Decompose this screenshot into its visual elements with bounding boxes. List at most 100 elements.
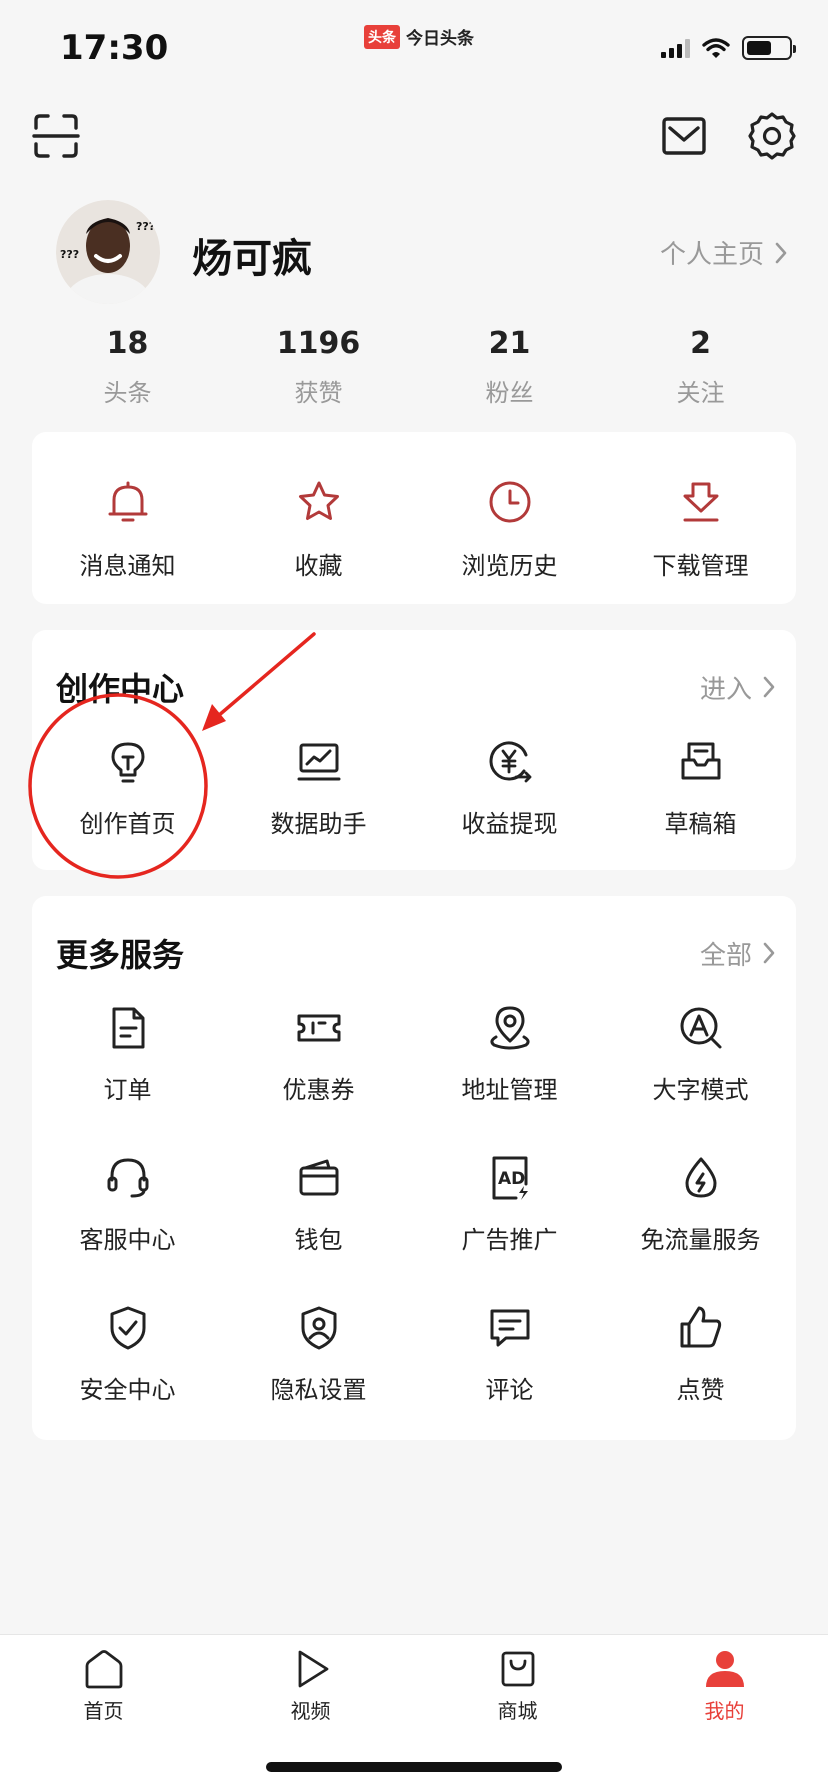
service-data-free[interactable]: 免流量服务 (605, 1130, 796, 1280)
headset-icon (107, 1158, 148, 1198)
service-label: 点赞 (676, 1376, 725, 1404)
tab-label: 视频 (290, 1699, 331, 1723)
service-label: 免流量服务 (640, 1226, 761, 1254)
home-indicator (266, 1762, 562, 1772)
avatar-text-right: ??? (136, 220, 155, 233)
quick-action-label: 消息通知 (79, 552, 176, 580)
service-security-center[interactable]: 安全中心 (32, 1280, 223, 1430)
star-icon (298, 481, 339, 520)
shield-check-icon (110, 1306, 145, 1350)
chart-icon (297, 743, 340, 781)
avatar-text-left: ??? (60, 248, 79, 261)
order-icon (112, 1007, 144, 1049)
stat-label: 头条 (103, 379, 152, 407)
stat-value: 2 (690, 326, 711, 361)
service-comments[interactable]: 评论 (414, 1280, 605, 1430)
service-likes[interactable]: 点赞 (605, 1280, 796, 1430)
earnings-withdraw-button[interactable]: 收益提现 (414, 714, 605, 864)
drafts-button[interactable]: 草稿箱 (605, 714, 796, 864)
chevron-right-icon (775, 242, 787, 263)
tab-mine[interactable]: 我的 (621, 1635, 828, 1792)
data-free-icon (685, 1157, 716, 1198)
download-icon (683, 482, 718, 522)
quick-action-label: 收藏 (294, 552, 343, 580)
stat-followers[interactable]: 21 粉丝 (414, 326, 605, 408)
cellular-signal-icon (661, 38, 690, 58)
creation-home-button[interactable]: 创作首页 (32, 714, 223, 864)
chevron-right-icon (763, 942, 775, 964)
service-orders[interactable]: 订单 (32, 980, 223, 1130)
more-services-all-link[interactable]: 全部 (700, 935, 776, 972)
section-title: 更多服务 (56, 936, 185, 974)
creation-center-header: 创作中心 进入 (56, 664, 776, 710)
creation-item-label: 草稿箱 (664, 810, 737, 838)
avatar-image: ??? ??? (56, 200, 160, 304)
service-wallet[interactable]: 钱包 (223, 1130, 414, 1280)
service-customer-support[interactable]: 客服中心 (32, 1130, 223, 1280)
stat-value: 21 (488, 326, 531, 361)
stat-label: 粉丝 (485, 379, 534, 407)
service-label: 优惠券 (282, 1076, 355, 1104)
stat-posts[interactable]: 18 头条 (32, 326, 223, 408)
quick-action-label: 浏览历史 (461, 552, 558, 580)
quick-action-history[interactable]: 浏览历史 (414, 436, 605, 586)
service-address[interactable]: 地址管理 (414, 980, 605, 1130)
service-label: 广告推广 (461, 1226, 558, 1254)
service-label: 评论 (485, 1376, 534, 1404)
personal-homepage-link[interactable]: 个人主页 (660, 234, 788, 271)
service-large-font[interactable]: 大字模式 (605, 980, 796, 1130)
battery-icon (742, 36, 796, 60)
service-label: 隐私设置 (270, 1376, 367, 1404)
data-assistant-button[interactable]: 数据助手 (223, 714, 414, 864)
service-ad-promotion[interactable]: AD 广告推广 (414, 1130, 605, 1280)
status-app-indicator: 头条 今日头条 (364, 24, 474, 49)
svg-text:AD: AD (498, 1169, 525, 1189)
profile-stats: 18 头条 1196 获赞 21 粉丝 2 关注 (32, 326, 796, 408)
tab-home[interactable]: 首页 (0, 1635, 207, 1792)
bell-icon (108, 481, 147, 522)
tab-label: 首页 (83, 1699, 124, 1723)
play-icon (298, 1650, 328, 1688)
avatar[interactable]: ??? ??? (56, 200, 160, 304)
lightbulb-icon (111, 742, 144, 783)
ad-icon: AD (492, 1156, 528, 1200)
quick-actions-grid: 消息通知 收藏 浏览历史 下载管理 (32, 436, 796, 586)
creation-item-label: 数据助手 (270, 810, 367, 838)
user-icon (705, 1651, 744, 1687)
location-icon (489, 1006, 530, 1050)
service-label: 钱包 (294, 1226, 343, 1254)
top-action-row (0, 108, 828, 164)
home-icon (85, 1650, 122, 1689)
stat-value: 18 (106, 326, 149, 361)
status-indicators (661, 36, 796, 60)
enter-label: 进入 (699, 674, 752, 705)
stat-likes[interactable]: 1196 获赞 (223, 326, 414, 408)
quick-action-downloads[interactable]: 下载管理 (605, 436, 796, 586)
service-label: 客服中心 (79, 1226, 176, 1254)
service-label: 安全中心 (79, 1376, 176, 1404)
stat-following[interactable]: 2 关注 (605, 326, 796, 408)
more-services-header: 更多服务 全部 (56, 930, 776, 976)
service-privacy-settings[interactable]: 隐私设置 (223, 1280, 414, 1430)
scan-icon[interactable] (32, 112, 80, 160)
status-bar: 17:30 头条 今日头条 (0, 0, 828, 100)
coupon-icon (297, 1014, 340, 1042)
quick-action-favorites[interactable]: 收藏 (223, 436, 414, 586)
privacy-icon (301, 1306, 336, 1350)
more-services-grid: 订单 优惠券 地址管理 大字模式 客服中心 钱包 AD 广告推广 免流量服务 安… (32, 980, 796, 1430)
creation-center-enter-link[interactable]: 进入 (700, 669, 776, 706)
quick-action-label: 下载管理 (652, 552, 749, 580)
service-label: 订单 (103, 1076, 152, 1104)
quick-action-notifications[interactable]: 消息通知 (32, 436, 223, 586)
app-name: 今日头条 (406, 29, 474, 49)
chevron-right-icon (763, 676, 775, 698)
personal-homepage-label: 个人主页 (659, 240, 764, 270)
username: 炀可疯 (192, 236, 312, 282)
creation-center-grid: 创作首页 数据助手 收益提现 草稿箱 (32, 714, 796, 864)
large-font-icon (680, 1007, 721, 1049)
gear-icon[interactable] (746, 110, 798, 162)
app-badge: 头条 (364, 24, 400, 49)
stat-value: 1196 (276, 326, 361, 361)
service-coupons[interactable]: 优惠券 (223, 980, 414, 1130)
mail-icon[interactable] (660, 112, 708, 160)
